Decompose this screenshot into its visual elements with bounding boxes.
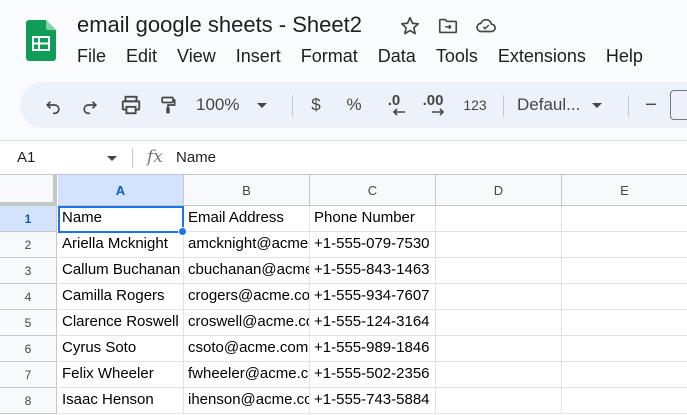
menu-help[interactable]: Help (596, 43, 653, 70)
menu-insert[interactable]: Insert (226, 43, 291, 70)
toolbar: 100% $ % .0 .00 123 Defaul... − (20, 82, 687, 128)
cell-c7[interactable]: +1-555-502-2356 (310, 362, 436, 388)
cell-e7[interactable] (562, 362, 687, 388)
chevron-down-icon (257, 102, 268, 108)
decrease-font-size-button[interactable]: − (637, 82, 665, 128)
cell-c5[interactable]: +1-555-124-3164 (310, 310, 436, 336)
cell-d6[interactable] (436, 336, 562, 362)
cell-d5[interactable] (436, 310, 562, 336)
cell-e5[interactable] (562, 310, 687, 336)
fx-icon: fx (147, 147, 163, 167)
column-header-a[interactable]: A (58, 175, 184, 206)
column-header-b[interactable]: B (184, 175, 310, 206)
row-header-3[interactable]: 3 (0, 258, 57, 284)
document-title[interactable]: email google sheets - Sheet2 (77, 12, 362, 38)
toolbar-divider (292, 95, 293, 117)
font-family-select[interactable]: Defaul... (517, 82, 617, 128)
paint-format-icon[interactable] (153, 82, 183, 128)
cell-c4[interactable]: +1-555-934-7607 (310, 284, 436, 310)
currency-format-button[interactable]: $ (302, 82, 330, 128)
cell-b7[interactable]: fwheeler@acme.com (184, 362, 310, 388)
row-header-6[interactable]: 6 (0, 336, 57, 362)
cell-c1[interactable]: Phone Number (310, 206, 436, 232)
cell-a7[interactable]: Felix Wheeler (58, 362, 184, 388)
arrow-right-icon (432, 108, 445, 116)
percent-format-button[interactable]: % (340, 82, 368, 128)
select-all-corner[interactable] (0, 175, 57, 206)
menu-extensions[interactable]: Extensions (488, 43, 596, 70)
row-header-7[interactable]: 7 (0, 362, 57, 388)
chevron-down-icon (592, 102, 603, 108)
toolbar-divider (628, 95, 629, 117)
google-sheets-logo[interactable] (26, 20, 56, 61)
row-header-8[interactable]: 8 (0, 388, 57, 414)
menu-format[interactable]: Format (291, 43, 368, 70)
undo-icon[interactable] (38, 82, 68, 128)
cell-e4[interactable] (562, 284, 687, 310)
cloud-saved-icon[interactable] (474, 14, 498, 38)
row-header-4[interactable]: 4 (0, 284, 57, 310)
font-size-input[interactable] (670, 82, 687, 128)
formula-bar: A1 fx Name (0, 140, 687, 174)
cell-d4[interactable] (436, 284, 562, 310)
formula-input[interactable]: Name (176, 149, 216, 166)
cell-c3[interactable]: +1-555-843-1463 (310, 258, 436, 284)
zoom-select[interactable]: 100% (196, 82, 282, 128)
cell-b8[interactable]: ihenson@acme.com (184, 388, 310, 414)
formula-divider (132, 148, 133, 168)
cell-c2[interactable]: +1-555-079-7530 (310, 232, 436, 258)
spreadsheet-grid[interactable]: A B C D E 1 Name Email Address Phone Number 2 Arie… (0, 174, 687, 415)
cell-c8[interactable]: +1-555-743-5884 (310, 388, 436, 414)
decrease-decimal-button[interactable]: .0 (378, 82, 410, 128)
menu-view[interactable]: View (167, 43, 226, 70)
move-to-folder-icon[interactable] (436, 14, 460, 38)
cell-b6[interactable]: csoto@acme.com (184, 336, 310, 362)
cell-a3[interactable]: Callum Buchanan (58, 258, 184, 284)
fill-handle[interactable] (178, 227, 187, 236)
cell-c6[interactable]: +1-555-989-1846 (310, 336, 436, 362)
row-header-1[interactable]: 1 (0, 206, 57, 232)
increase-decimal-button[interactable]: .00 (416, 82, 450, 128)
cell-b3[interactable]: cbuchanan@acme.com (184, 258, 310, 284)
cell-e8[interactable] (562, 388, 687, 414)
cell-d8[interactable] (436, 388, 562, 414)
cell-b2[interactable]: amcknight@acme.com (184, 232, 310, 258)
cell-a1[interactable]: Name (58, 206, 184, 232)
cell-a4[interactable]: Camilla Rogers (58, 284, 184, 310)
chevron-down-icon[interactable] (107, 156, 117, 161)
menu-tools[interactable]: Tools (426, 43, 488, 70)
cell-d1[interactable] (436, 206, 562, 232)
cell-e2[interactable] (562, 232, 687, 258)
cell-a2[interactable]: Ariella Mcknight (58, 232, 184, 258)
cell-b1[interactable]: Email Address (184, 206, 310, 232)
cell-e6[interactable] (562, 336, 687, 362)
cell-d7[interactable] (436, 362, 562, 388)
cell-e1[interactable] (562, 206, 687, 232)
row-header-5[interactable]: 5 (0, 310, 57, 336)
cell-b5[interactable]: croswell@acme.com (184, 310, 310, 336)
arrow-left-icon (392, 108, 405, 116)
menu-file[interactable]: File (67, 43, 116, 70)
menu-edit[interactable]: Edit (116, 43, 167, 70)
cell-a5[interactable]: Clarence Roswell (58, 310, 184, 336)
row-header-2[interactable]: 2 (0, 232, 57, 258)
star-icon[interactable] (398, 14, 422, 38)
cell-d2[interactable] (436, 232, 562, 258)
cell-a8[interactable]: Isaac Henson (58, 388, 184, 414)
cell-e3[interactable] (562, 258, 687, 284)
column-header-e[interactable]: E (562, 175, 687, 206)
print-icon[interactable] (116, 82, 146, 128)
toolbar-divider (503, 95, 504, 117)
cell-a6[interactable]: Cyrus Soto (58, 336, 184, 362)
cell-b4[interactable]: crogers@acme.com (184, 284, 310, 310)
redo-icon[interactable] (75, 82, 105, 128)
column-header-d[interactable]: D (436, 175, 562, 206)
menu-data[interactable]: Data (368, 43, 426, 70)
more-formats-button[interactable]: 123 (458, 82, 492, 128)
menu-bar: File Edit View Insert Format Data Tools … (67, 43, 653, 70)
name-box[interactable]: A1 (17, 149, 35, 166)
cell-d3[interactable] (436, 258, 562, 284)
zoom-value: 100% (196, 95, 240, 114)
column-header-c[interactable]: C (310, 175, 436, 206)
